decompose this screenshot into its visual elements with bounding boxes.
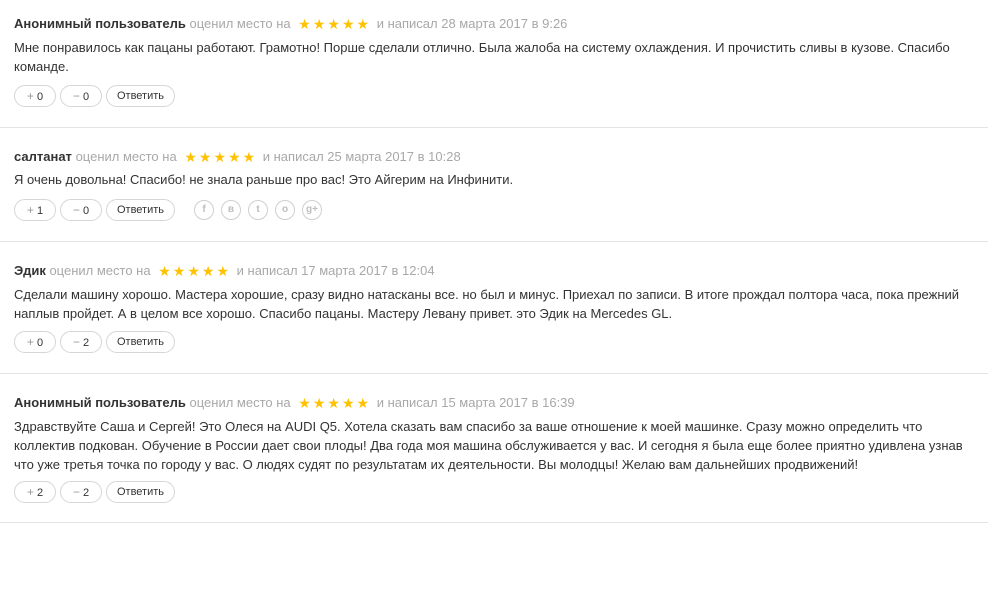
minus-icon: − (72, 485, 80, 499)
star-icon: ★ (341, 395, 355, 411)
review-header: салтанат оценил место на ★ ★ ★ ★ ★ и написал… (14, 148, 461, 166)
facebook-icon[interactable]: f (194, 200, 214, 220)
star-icon: ★ (228, 149, 241, 165)
star-icon: ★ (172, 263, 186, 279)
review-header: Анонимный пользователь оценил место на ★… (14, 394, 575, 412)
dislike-button[interactable]: −2 (60, 331, 102, 353)
twitter-icon[interactable]: t (248, 200, 268, 220)
star-icon: ★ (341, 16, 355, 32)
reply-button[interactable]: Ответить (106, 199, 175, 221)
minus-icon: − (72, 335, 80, 349)
like-button[interactable]: +0 (14, 85, 56, 107)
dislike-count: 0 (82, 91, 90, 103)
review-author[interactable]: Эдик (14, 263, 46, 278)
star-icon: ★ (356, 16, 370, 32)
reply-button[interactable]: Ответить (106, 481, 175, 503)
review-header: Анонимный пользователь оценил место на ★… (14, 15, 567, 33)
google-plus-icon[interactable]: g+ (302, 200, 322, 220)
star-icon: ★ (356, 395, 370, 411)
star-icon: ★ (312, 16, 326, 32)
star-icon: ★ (312, 395, 326, 411)
review-actions: +1 −0 Ответить f в t o g+ (14, 199, 344, 221)
star-icon: ★ (298, 16, 311, 32)
dislike-button[interactable]: −0 (60, 199, 102, 221)
reply-button[interactable]: Ответить (106, 85, 175, 107)
rating-stars: ★ ★ ★ ★ ★ (184, 148, 257, 167)
review-date: и написал 15 марта 2017 в 16:39 (376, 395, 575, 410)
star-icon: ★ (213, 149, 226, 165)
review-item: Анонимный пользователь оценил место на ★… (0, 0, 988, 128)
star-icon: ★ (298, 395, 311, 411)
dislike-button[interactable]: −2 (60, 481, 102, 503)
like-button[interactable]: +2 (14, 481, 56, 503)
dislike-button[interactable]: −0 (60, 85, 102, 107)
dislike-count: 0 (82, 205, 90, 217)
dislike-count: 2 (82, 337, 90, 349)
minus-icon: − (72, 203, 80, 217)
reply-button[interactable]: Ответить (106, 331, 175, 353)
star-icon: ★ (158, 263, 171, 279)
star-icon: ★ (187, 263, 200, 279)
review-rated-text: оценил место на (189, 16, 291, 31)
review-author[interactable]: Анонимный пользователь (14, 16, 186, 31)
vkontakte-icon[interactable]: в (221, 200, 241, 220)
review-text: Мне понравилось как пацаны работают. Гра… (14, 40, 950, 74)
like-button[interactable]: +0 (14, 331, 56, 353)
rating-stars: ★ ★ ★ ★ ★ (158, 262, 231, 281)
plus-icon: + (26, 485, 34, 499)
like-count: 0 (36, 337, 44, 349)
minus-icon: − (72, 89, 80, 103)
review-header: Эдик оценил место на ★ ★ ★ ★ ★ и написал 17 … (14, 262, 435, 280)
review-author[interactable]: салтанат (14, 149, 72, 164)
star-icon: ★ (242, 149, 256, 165)
like-button[interactable]: +1 (14, 199, 56, 221)
star-icon: ★ (327, 395, 340, 411)
star-icon: ★ (216, 263, 230, 279)
review-date: и написал 25 марта 2017 в 10:28 (262, 149, 461, 164)
review-date: и написал 28 марта 2017 в 9:26 (376, 16, 568, 31)
review-rated-text: оценил место на (189, 395, 291, 410)
review-rated-text: оценил место на (49, 263, 151, 278)
star-icon: ★ (327, 16, 340, 32)
review-item: Эдик оценил место на ★ ★ ★ ★ ★ и написал 17 … (0, 242, 988, 374)
review-item: Анонимный пользователь оценил место на ★… (0, 374, 988, 523)
like-count: 2 (36, 487, 44, 499)
odnoklassniki-icon[interactable]: o (275, 200, 295, 220)
rating-stars: ★ ★ ★ ★ ★ (298, 15, 371, 34)
review-rated-text: оценил место на (75, 149, 177, 164)
like-count: 0 (36, 91, 44, 103)
review-text: Сделали машину хорошо. Мастера хорошие, … (14, 287, 960, 321)
plus-icon: + (26, 89, 34, 103)
plus-icon: + (26, 335, 34, 349)
review-text: Здравствуйте Саша и Сергей! Это Олеся на… (14, 419, 963, 472)
review-item: салтанат оценил место на ★ ★ ★ ★ ★ и написал… (0, 128, 988, 242)
plus-icon: + (26, 203, 34, 217)
like-count: 1 (36, 205, 44, 217)
review-date: и написал 17 марта 2017 в 12:04 (236, 263, 435, 278)
review-text: Я очень довольна! Спасибо! не знала рань… (14, 172, 514, 187)
review-author[interactable]: Анонимный пользователь (14, 395, 186, 410)
rating-stars: ★ ★ ★ ★ ★ (298, 394, 371, 413)
dislike-count: 2 (82, 487, 90, 499)
star-icon: ★ (198, 149, 212, 165)
star-icon: ★ (201, 263, 215, 279)
star-icon: ★ (184, 149, 197, 165)
